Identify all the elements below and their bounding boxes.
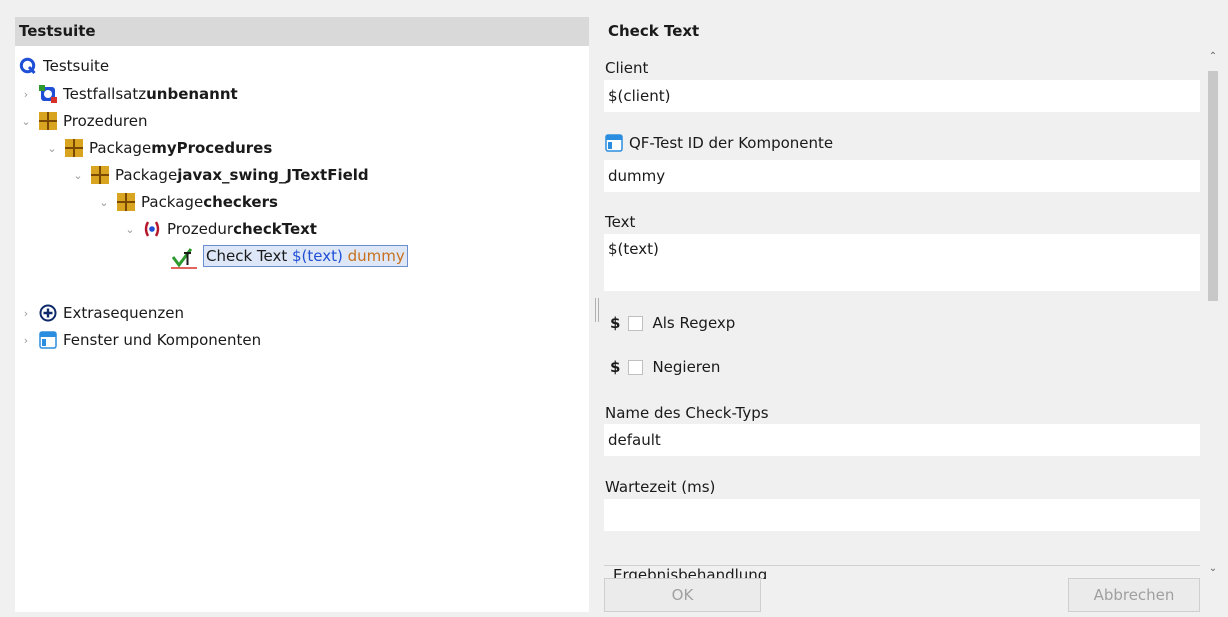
tree-node-label: Fenster und Komponenten bbox=[63, 331, 262, 349]
tree-node-label: Prozedur bbox=[167, 220, 234, 238]
variable-toggle-icon[interactable]: $ bbox=[610, 314, 620, 332]
scroll-up-icon[interactable]: ⌃ bbox=[1206, 51, 1220, 62]
extras-icon bbox=[39, 304, 57, 322]
client-label: Client bbox=[605, 59, 649, 77]
component-id-label: QF-Test ID der Komponente bbox=[629, 134, 834, 152]
tree-node-label: Testfallsatz bbox=[63, 85, 147, 103]
testsuite-icon bbox=[19, 57, 37, 75]
chevron-down-icon[interactable]: ⌄ bbox=[71, 169, 85, 182]
scroll-down-icon[interactable]: ⌄ bbox=[1206, 563, 1220, 574]
window-icon bbox=[605, 134, 623, 152]
tree-node-label: Extrasequenzen bbox=[63, 304, 185, 322]
chevron-right-icon[interactable]: › bbox=[19, 88, 33, 101]
tree-node-name: myProcedures bbox=[151, 139, 273, 157]
node-details-panel: Check Text Client QF-Test ID der Kompone… bbox=[600, 17, 1228, 617]
component-id-label-row: QF-Test ID der Komponente bbox=[605, 134, 833, 152]
package-icon bbox=[91, 166, 109, 184]
tree-node-fenster[interactable]: › Fenster und Komponenten bbox=[19, 328, 261, 352]
text-textarea[interactable]: $(text) bbox=[604, 234, 1200, 291]
regexp-label: Als Regexp bbox=[652, 314, 736, 332]
procedures-folder-icon bbox=[39, 112, 57, 130]
tree-node-label: Prozeduren bbox=[63, 112, 148, 130]
tree-node-extrasequenzen[interactable]: › Extrasequenzen bbox=[19, 301, 184, 325]
tree-node-testsuite[interactable]: Testsuite bbox=[19, 54, 109, 78]
component-id-input[interactable] bbox=[604, 160, 1200, 192]
text-label: Text bbox=[605, 213, 636, 231]
tree-node-name: checkText bbox=[233, 220, 317, 238]
chevron-down-icon[interactable]: ⌄ bbox=[19, 115, 33, 128]
regexp-row: $ Als Regexp bbox=[610, 314, 735, 332]
tree-node-label: Testsuite bbox=[43, 57, 110, 75]
procedure-icon bbox=[143, 220, 161, 238]
details-title: Check Text bbox=[608, 22, 700, 40]
tree-node-check-text[interactable]: Check Text $(text) dummy bbox=[171, 244, 408, 269]
chevron-down-icon[interactable]: ⌄ bbox=[45, 142, 59, 155]
test-set-icon bbox=[39, 85, 57, 103]
tree-node-prozeduren[interactable]: ⌄ Prozeduren bbox=[19, 109, 148, 133]
variable-toggle-icon[interactable]: $ bbox=[610, 358, 620, 376]
client-input[interactable] bbox=[604, 80, 1200, 112]
test-suite-tree-panel: Testsuite Testsuite › Testfallsatz unben… bbox=[15, 17, 589, 612]
scrollbar-thumb[interactable] bbox=[1208, 71, 1218, 301]
tree-node-testfallsatz[interactable]: › Testfallsatz unbenannt bbox=[19, 82, 238, 106]
wait-time-label: Wartezeit (ms) bbox=[605, 478, 716, 496]
tree-node-label: Package bbox=[115, 166, 178, 184]
selected-node-label: Check Text $(text) dummy bbox=[203, 245, 408, 267]
check-type-input[interactable] bbox=[604, 424, 1200, 456]
regexp-checkbox[interactable] bbox=[628, 315, 644, 331]
negate-row: $ Negieren bbox=[610, 358, 720, 376]
result-handling-group: Ergebnisbehandlung bbox=[604, 565, 1200, 579]
check-type-label: Name des Check-Typs bbox=[605, 404, 769, 422]
tree-node-name: javax_swing_JTextField bbox=[177, 166, 369, 184]
tree-node-name: unbenannt bbox=[146, 85, 238, 103]
tree-node-package-myprocedures[interactable]: ⌄ Package myProcedures bbox=[45, 136, 272, 160]
cancel-button[interactable]: Abbrechen bbox=[1068, 578, 1200, 612]
pane-splitter-handle[interactable] bbox=[595, 298, 599, 322]
tree-node-label: Check Text bbox=[206, 247, 293, 265]
chevron-down-icon[interactable]: ⌄ bbox=[123, 223, 137, 236]
tree-node-label: Package bbox=[141, 193, 204, 211]
package-icon bbox=[117, 193, 135, 211]
negate-label: Negieren bbox=[652, 358, 721, 376]
tree-node-name: checkers bbox=[203, 193, 278, 211]
tree-panel-header: Testsuite bbox=[15, 17, 589, 46]
check-text-icon bbox=[171, 247, 197, 269]
ok-button[interactable]: OK bbox=[604, 578, 761, 612]
tree-node-package-checkers[interactable]: ⌄ Package checkers bbox=[97, 190, 278, 214]
tree-node-component: dummy bbox=[347, 247, 405, 265]
chevron-right-icon[interactable]: › bbox=[19, 334, 33, 347]
package-icon bbox=[65, 139, 83, 157]
details-scrollbar[interactable]: ⌃ ⌄ bbox=[1206, 51, 1220, 579]
chevron-down-icon[interactable]: ⌄ bbox=[97, 196, 111, 209]
window-icon bbox=[39, 331, 57, 349]
tree-node-package-jtextfield[interactable]: ⌄ Package javax_swing_JTextField bbox=[71, 163, 369, 187]
negate-checkbox[interactable] bbox=[628, 359, 644, 375]
tree-node-label: Package bbox=[89, 139, 152, 157]
wait-time-input[interactable] bbox=[604, 499, 1200, 531]
tree-node-procedure-checktext[interactable]: ⌄ Prozedur checkText bbox=[123, 217, 317, 241]
tree-node-variable: $(text) bbox=[292, 247, 343, 265]
chevron-right-icon[interactable]: › bbox=[19, 307, 33, 320]
